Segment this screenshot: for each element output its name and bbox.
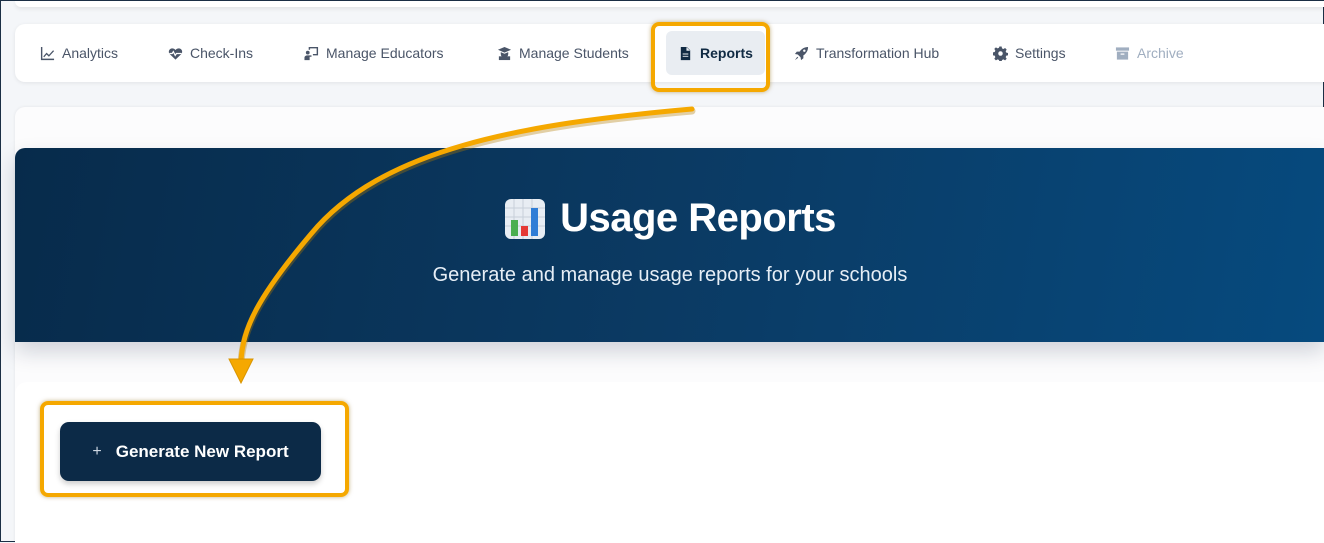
tab-transformation-hub[interactable]: Transformation Hub: [794, 24, 939, 82]
reports-tab-highlight: [651, 22, 770, 92]
bar-chart-emoji-icon: [505, 198, 546, 239]
gear-icon: [993, 45, 1008, 61]
heart-pulse-icon: [168, 47, 183, 60]
tab-manage-educators[interactable]: Manage Educators: [304, 24, 444, 82]
page-title: Usage Reports: [560, 196, 836, 240]
tab-analytics[interactable]: Analytics: [40, 24, 118, 82]
page-subtitle: Generate and manage usage reports for yo…: [432, 264, 908, 286]
tab-check-ins[interactable]: Check-Ins: [168, 24, 253, 82]
rocket-icon: [794, 46, 809, 60]
tab-label: Manage Students: [519, 45, 629, 61]
generate-button-highlight: [40, 401, 349, 497]
tab-label: Manage Educators: [326, 45, 444, 61]
tab-settings[interactable]: Settings: [993, 24, 1066, 82]
tab-archive[interactable]: Archive: [1115, 24, 1184, 82]
graduate-icon: [497, 46, 512, 60]
tab-label: Archive: [1137, 45, 1184, 61]
tab-label: Settings: [1015, 45, 1066, 61]
top-header-strip: [15, 1, 1324, 7]
tab-label: Analytics: [62, 45, 119, 61]
hero-title-row: Usage Reports: [15, 196, 1324, 241]
chalkboard-teacher-icon: [304, 46, 319, 60]
tab-label: Check-Ins: [190, 45, 254, 61]
usage-reports-hero: Usage Reports Generate and manage usage …: [15, 148, 1324, 342]
chart-line-icon: [40, 46, 55, 60]
archive-box-icon: [1115, 46, 1130, 60]
tab-manage-students[interactable]: Manage Students: [497, 24, 629, 82]
tab-label: Transformation Hub: [816, 45, 940, 61]
